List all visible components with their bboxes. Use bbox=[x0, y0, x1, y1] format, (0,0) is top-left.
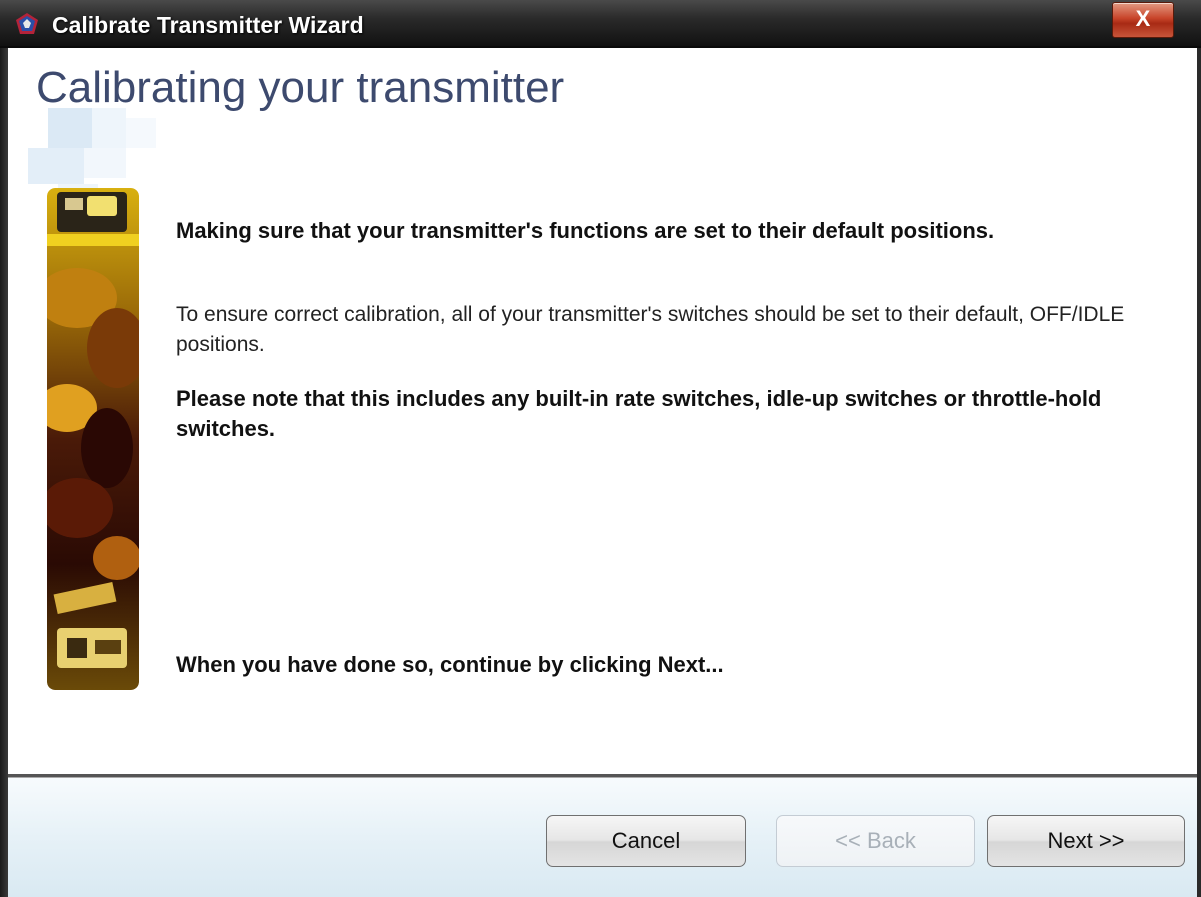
cancel-button[interactable]: Cancel bbox=[546, 815, 746, 867]
instruction-note: Please note that this includes any built… bbox=[176, 386, 1102, 441]
instruction-title: Making sure that your transmitter's func… bbox=[176, 218, 995, 243]
continue-hint: When you have done so, continue by click… bbox=[176, 652, 724, 677]
window-title: Calibrate Transmitter Wizard bbox=[52, 12, 364, 38]
instruction-body: To ensure correct calibration, all of yo… bbox=[176, 303, 1125, 356]
next-button[interactable]: Next >> bbox=[987, 815, 1185, 867]
close-button[interactable]: X bbox=[1112, 2, 1174, 38]
transmitter-banner-image bbox=[47, 188, 139, 690]
app-logo-icon bbox=[14, 12, 40, 36]
title-bar: Calibrate Transmitter Wizard X bbox=[0, 0, 1201, 48]
window-frame-left bbox=[0, 48, 8, 897]
back-button[interactable]: << Back bbox=[776, 815, 975, 867]
window-frame-right bbox=[1197, 48, 1201, 897]
decorative-squares bbox=[28, 108, 156, 198]
page-heading: Calibrating your transmitter bbox=[36, 63, 565, 112]
wizard-window: Calibrate Transmitter Wizard X Calibrati… bbox=[0, 0, 1201, 897]
close-icon: X bbox=[1135, 6, 1151, 31]
